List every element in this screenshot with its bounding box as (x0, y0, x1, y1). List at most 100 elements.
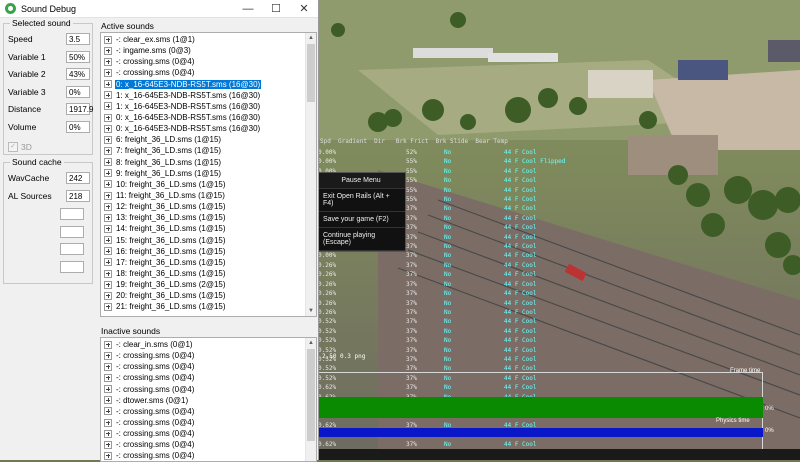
minimize-button[interactable]: — (234, 0, 262, 17)
expand-icon[interactable] (104, 147, 112, 155)
expand-icon[interactable] (104, 407, 112, 415)
checkbox-3d[interactable]: ✓ 3D (8, 142, 32, 152)
tree-item[interactable]: 17: freight_36_LD.sms (1@15) (101, 257, 316, 268)
tree-item[interactable]: 13: freight_36_LD.sms (1@15) (101, 212, 316, 223)
tree-item[interactable]: -: dtower.sms (0@1) (101, 395, 316, 406)
expand-icon[interactable] (104, 419, 112, 427)
expand-icon[interactable] (104, 214, 112, 222)
expand-icon[interactable] (104, 192, 112, 200)
expand-icon[interactable] (104, 258, 112, 266)
tree-item-label: 19: freight_36_LD.sms (2@15) (115, 280, 227, 289)
expand-icon[interactable] (104, 180, 112, 188)
tree-item[interactable]: -: ingame.sms (0@3) (101, 45, 316, 56)
tree-item[interactable]: 15: freight_36_LD.sms (1@15) (101, 235, 316, 246)
expand-icon[interactable] (104, 169, 112, 177)
scroll-up-icon[interactable]: ▲ (306, 338, 316, 348)
tree-item[interactable]: -: crossing.sms (0@4) (101, 439, 316, 450)
expand-icon[interactable] (104, 247, 112, 255)
scroll-thumb[interactable] (307, 349, 315, 441)
tree-item[interactable]: -: crossing.sms (0@4) (101, 417, 316, 428)
tree-item[interactable]: 6: freight_36_LD.sms (1@15) (101, 134, 316, 145)
close-button[interactable]: ✕ (290, 0, 318, 17)
expand-icon[interactable] (104, 374, 112, 382)
tree-item[interactable]: -: crossing.sms (0@4) (101, 361, 316, 372)
tree-item[interactable]: 12: freight_36_LD.sms (1@15) (101, 201, 316, 212)
tree-item[interactable]: -: crossing.sms (0@4) (101, 350, 316, 361)
expand-icon[interactable] (104, 281, 112, 289)
scroll-down-icon[interactable]: ▼ (306, 306, 316, 316)
expand-icon[interactable] (104, 114, 112, 122)
hud-cell: No (444, 195, 504, 204)
hud-cell: 0.52% (318, 317, 356, 326)
tree-item[interactable]: 16: freight_36_LD.sms (1@15) (101, 246, 316, 257)
pause-menu-title: Pause Menu (318, 173, 405, 189)
tree-item[interactable]: -: crossing.sms (0@4) (101, 67, 316, 78)
menu-item-save[interactable]: Save your game (F2) (318, 212, 405, 228)
expand-icon[interactable] (104, 303, 112, 311)
tree-item-label: 16: freight_36_LD.sms (1@15) (115, 247, 227, 256)
active-scrollbar[interactable]: ▲ ▼ (305, 33, 316, 316)
expand-icon[interactable] (104, 341, 112, 349)
tree-item[interactable]: 19: freight_36_LD.sms (2@15) (101, 279, 316, 290)
tree-item[interactable]: -: crossing.sms (0@4) (101, 56, 316, 67)
tree-item[interactable]: 8: freight_36_LD.sms (1@15) (101, 157, 316, 168)
tree-item[interactable]: 9: freight_36_LD.sms (1@15) (101, 168, 316, 179)
expand-icon[interactable] (104, 91, 112, 99)
expand-icon[interactable] (104, 158, 112, 166)
active-sounds-tree[interactable]: -: clear_ex.sms (1@1)-: ingame.sms (0@3)… (100, 32, 317, 317)
checkbox-3d-box[interactable]: ✓ (8, 142, 18, 152)
expand-icon[interactable] (104, 203, 112, 211)
expand-icon[interactable] (104, 125, 112, 133)
tree-item[interactable]: -: crossing.sms (0@4) (101, 428, 316, 439)
tree-item[interactable]: 14: freight_36_LD.sms (1@15) (101, 223, 316, 234)
hud-cell (379, 317, 406, 326)
tree-item[interactable]: -: crossing.sms (0@4) (101, 372, 316, 383)
tree-item[interactable]: 20: freight_36_LD.sms (1@15) (101, 290, 316, 301)
expand-icon[interactable] (104, 292, 112, 300)
expand-icon[interactable] (104, 136, 112, 144)
hud-cell: 44 F Cool (504, 176, 564, 185)
tree-item[interactable]: 7: freight_36_LD.sms (1@15) (101, 145, 316, 156)
hud-cell: 44 F Cool (504, 251, 564, 260)
tree-item[interactable]: 1: x_16-645E3-NDB-RS5T.sms (16@30) (101, 90, 316, 101)
tree-item[interactable]: -: crossing.sms (0@4) (101, 406, 316, 417)
expand-icon[interactable] (104, 363, 112, 371)
inactive-sounds-tree[interactable]: -: clear_in.sms (0@1)-: crossing.sms (0@… (100, 337, 317, 462)
tree-item[interactable]: 1: x_16-645E3-NDB-RS5T.sms (16@30) (101, 101, 316, 112)
title-bar[interactable]: Sound Debug — ☐ ✕ (0, 0, 318, 18)
tree-item[interactable]: 0: x_16-645E3-NDB-RS5T.sms (16@30) (101, 112, 316, 123)
tree-item[interactable]: 10: freight_36_LD.sms (1@15) (101, 179, 316, 190)
expand-icon[interactable] (104, 441, 112, 449)
expand-icon[interactable] (104, 102, 112, 110)
expand-icon[interactable] (104, 430, 112, 438)
tree-item[interactable]: 0: x_16-645E3-NDB-RS5T.sms (16@30) (101, 123, 316, 134)
inactive-scrollbar[interactable]: ▲ (305, 338, 316, 461)
tree-item[interactable]: -: crossing.sms (0@4) (101, 384, 316, 395)
hud-cell (356, 289, 379, 298)
expand-icon[interactable] (104, 36, 112, 44)
tree-item[interactable]: 18: freight_36_LD.sms (1@15) (101, 268, 316, 279)
tree-item[interactable]: 21: freight_36_LD.sms (1@15) (101, 301, 316, 312)
hud-cell: No (444, 299, 504, 308)
tree-item[interactable]: -: clear_ex.sms (1@1) (101, 34, 316, 45)
expand-icon[interactable] (104, 385, 112, 393)
expand-icon[interactable] (104, 80, 112, 88)
expand-icon[interactable] (104, 452, 112, 460)
expand-icon[interactable] (104, 69, 112, 77)
maximize-button[interactable]: ☐ (262, 0, 290, 17)
tree-item[interactable]: 11: freight_36_LD.sms (1@15) (101, 190, 316, 201)
scroll-up-icon[interactable]: ▲ (306, 33, 316, 43)
expand-icon[interactable] (104, 396, 112, 404)
hud-cell: 44 F Cool (504, 233, 564, 242)
tree-item[interactable]: 0: x_16-645E3-NDB-RS5T.sms (16@30) (101, 79, 316, 90)
expand-icon[interactable] (104, 236, 112, 244)
expand-icon[interactable] (104, 352, 112, 360)
scroll-thumb[interactable] (307, 44, 315, 102)
expand-icon[interactable] (104, 47, 112, 55)
tree-item[interactable]: -: clear_in.sms (0@1) (101, 339, 316, 350)
expand-icon[interactable] (104, 225, 112, 233)
menu-item-continue[interactable]: Continue playing (Escape) (318, 228, 405, 251)
expand-icon[interactable] (104, 58, 112, 66)
expand-icon[interactable] (104, 270, 112, 278)
menu-item-exit[interactable]: Exit Open Rails (Alt + F4) (318, 189, 405, 212)
